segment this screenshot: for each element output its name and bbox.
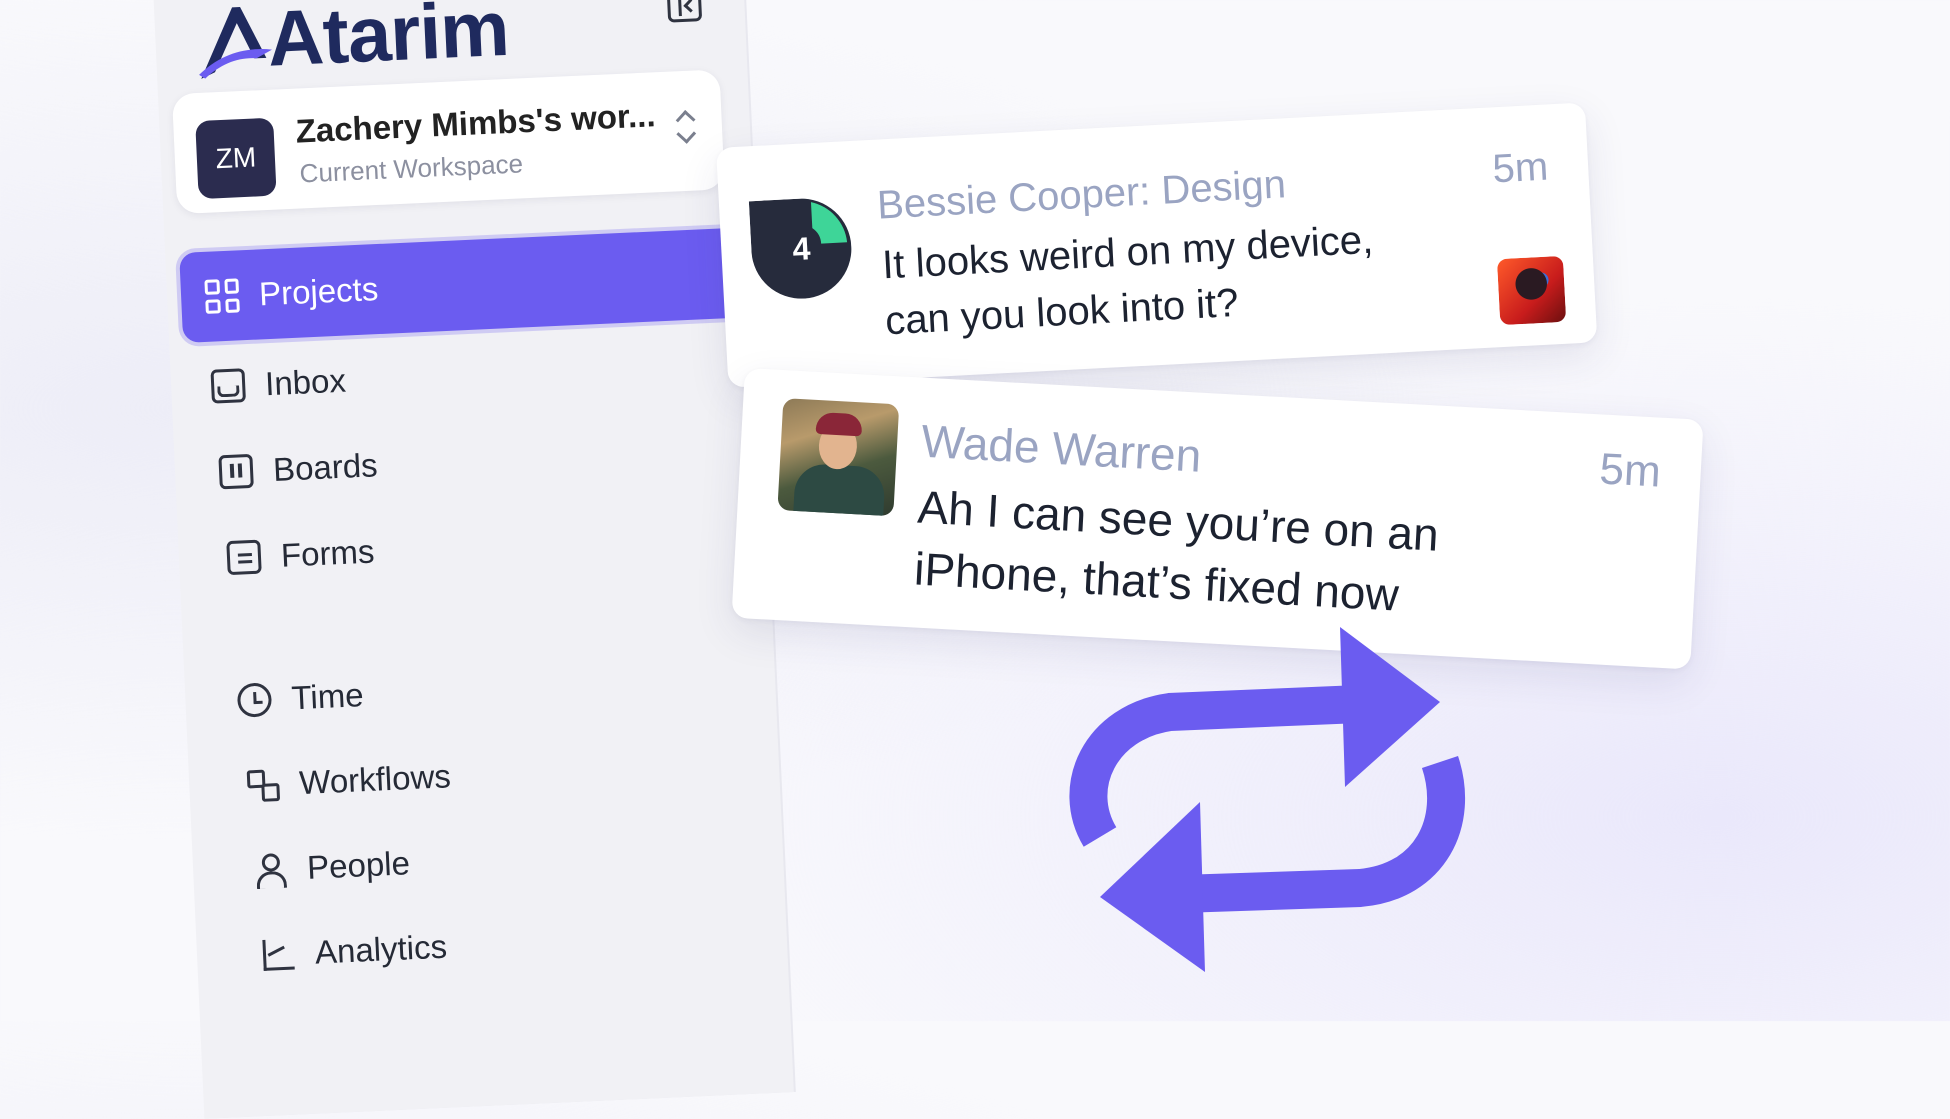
message-text: It looks weird on my device, can you loo…: [881, 217, 1375, 344]
message-sender: Wade Warren: [919, 414, 1203, 482]
sidebar-item-label: Boards: [272, 446, 379, 488]
chart-icon: [260, 937, 296, 973]
sidebar-item-people[interactable]: People: [252, 844, 410, 889]
sidebar: Atarim ZM Zachery Mimbs's wor... Current…: [150, 0, 794, 1119]
sidebar-item-projects[interactable]: Projects: [179, 227, 751, 343]
message-time: 5m: [1491, 144, 1550, 192]
atarim-logo-icon: [199, 7, 273, 79]
message-card[interactable]: 4 Bessie Cooper: Design It looks weird o…: [716, 102, 1598, 388]
inbox-icon: [210, 368, 246, 404]
workspace-name: Zachery Mimbs's wor...: [294, 96, 657, 150]
sidebar-item-label: People: [306, 844, 411, 886]
message-text: Ah I can see you’re on an iPhone, that’s…: [913, 480, 1441, 621]
sidebar-item-label: Inbox: [264, 361, 347, 403]
sidebar-item-label: Projects: [258, 270, 380, 313]
message-time: 5m: [1598, 444, 1663, 497]
sidebar-item-boards[interactable]: Boards: [218, 446, 378, 491]
board-icon: [218, 453, 254, 490]
scene: Atarim ZM Zachery Mimbs's wor... Current…: [0, 0, 1950, 1119]
sidebar-item-label: Analytics: [314, 927, 448, 971]
workspace-subtitle: Current Workspace: [298, 148, 524, 189]
sidebar-item-label: Forms: [280, 532, 376, 574]
person-icon: [252, 852, 288, 888]
form-icon: [226, 539, 262, 576]
sidebar-item-label: Workflows: [298, 757, 452, 802]
grid-icon: [204, 278, 240, 314]
sidebar-item-workflows[interactable]: Workflows: [245, 757, 452, 804]
sidebar-item-label: Time: [290, 676, 365, 717]
workspace-switcher[interactable]: ZM Zachery Mimbs's wor... Current Worksp…: [171, 69, 725, 215]
sidebar-item-time[interactable]: Time: [236, 676, 365, 720]
sidebar-collapse-icon[interactable]: [666, 0, 703, 23]
workspace-avatar: ZM: [195, 117, 277, 200]
chevron-up-down-icon: [675, 106, 697, 147]
unread-count-badge: 4: [748, 196, 854, 301]
unread-count: 4: [791, 229, 812, 267]
screenshot-thumbnail[interactable]: [1496, 255, 1567, 326]
sidebar-item-analytics[interactable]: Analytics: [260, 928, 448, 974]
workflow-icon: [245, 767, 281, 803]
brand-logo[interactable]: Atarim: [192, 0, 510, 83]
sidebar-item-forms[interactable]: Forms: [226, 532, 375, 577]
brand-name: Atarim: [265, 0, 511, 83]
repeat-arrows-icon: [1069, 627, 1466, 972]
clock-icon: [236, 682, 273, 718]
sidebar-item-inbox[interactable]: Inbox: [210, 361, 347, 406]
avatar: [777, 398, 900, 517]
